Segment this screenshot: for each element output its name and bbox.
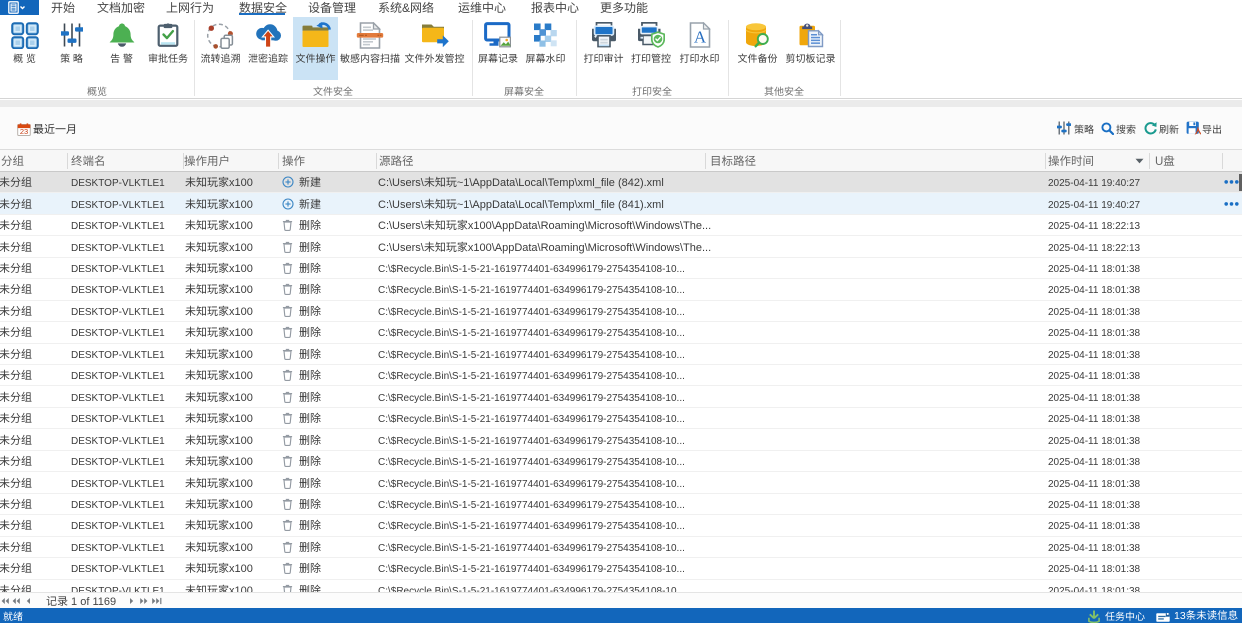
svg-text:23: 23 [20,127,28,136]
svg-text:A: A [693,28,706,47]
